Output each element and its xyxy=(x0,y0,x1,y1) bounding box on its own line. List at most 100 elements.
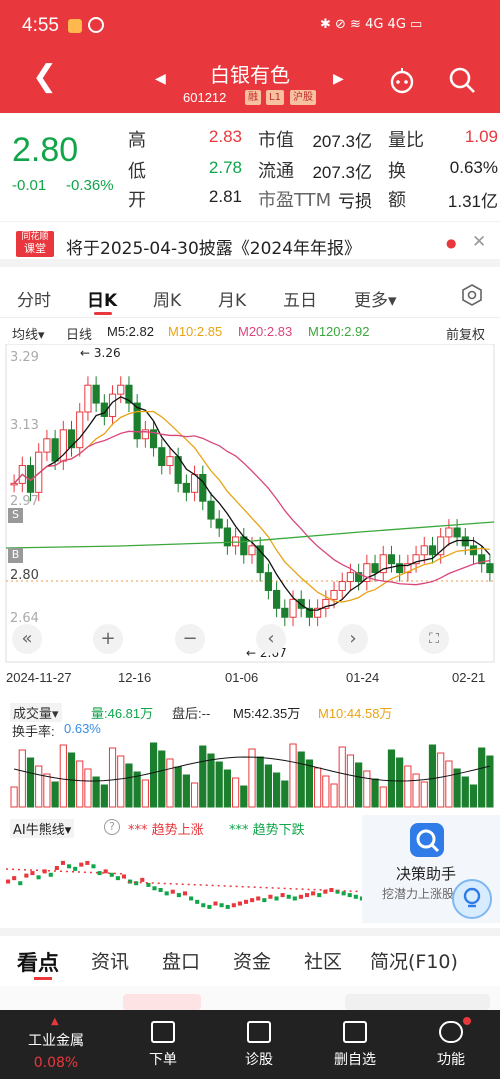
tab-daily[interactable]: 日K xyxy=(87,286,117,311)
robot-icon[interactable] xyxy=(388,66,416,94)
quote-grid: 高 2.83 低 2.78 开 2.81 市值 207.3亿 流通 207.3亿… xyxy=(128,126,500,216)
assistant-subtitle: 挖潜力上涨股 xyxy=(382,887,455,901)
candle xyxy=(182,482,190,493)
ai-bar xyxy=(231,903,236,908)
xtick-2: 12-16 xyxy=(118,670,152,685)
candle xyxy=(273,589,281,609)
next-button[interactable]: › xyxy=(338,624,368,654)
xtick-5: 02-21 xyxy=(452,670,486,685)
stock-name: 白银有色 xyxy=(210,63,290,87)
trend-down-legend: *** 趋势下跌 xyxy=(229,823,305,838)
tab-weekly[interactable]: 周K xyxy=(153,286,181,311)
notice-text: 将于2025-04-30披露《2024年年报》 xyxy=(66,239,362,259)
ai-bar xyxy=(298,894,303,899)
settings-icon[interactable] xyxy=(461,284,483,306)
volume-bar xyxy=(125,763,133,808)
ai-bar xyxy=(189,896,194,901)
tab-highlights[interactable]: 看点 xyxy=(17,947,59,977)
ai-bar xyxy=(73,866,78,871)
zoom-out-button[interactable]: − xyxy=(175,624,205,654)
volume-bar xyxy=(231,777,240,808)
last-price: 2.80 xyxy=(12,131,79,169)
nav-order[interactable]: 下单 xyxy=(123,1049,203,1069)
prev-button[interactable]: ‹ xyxy=(256,624,286,654)
candle xyxy=(371,563,379,574)
diagnose-icon xyxy=(247,1021,271,1043)
label-high: 高 xyxy=(128,130,146,151)
high-marker: ← 3.26 xyxy=(80,346,121,360)
candle xyxy=(256,545,264,574)
tab-intraday[interactable]: 分时 xyxy=(17,286,51,311)
volume-bar xyxy=(437,752,445,808)
volume-bar xyxy=(379,786,387,808)
ma-type-select[interactable]: 均线▾ xyxy=(12,324,45,343)
label-float: 流通 xyxy=(258,161,294,182)
close-icon[interactable]: ✕ xyxy=(472,232,486,252)
volume-bar xyxy=(346,754,355,808)
tab-orderbook[interactable]: 盘口 xyxy=(162,947,200,974)
candle xyxy=(158,447,166,467)
volume-bar xyxy=(199,745,207,808)
volume-chart xyxy=(10,742,494,808)
up-arrow-icon: ▲ xyxy=(51,1016,59,1027)
adjust-mode[interactable]: 前复权 xyxy=(446,324,485,343)
ma5-value: M5:2.82 xyxy=(107,324,154,339)
price-change-pct: -0.36% xyxy=(66,177,114,194)
help-icon[interactable]: ? xyxy=(104,819,120,835)
candle xyxy=(469,545,478,556)
ai-bar xyxy=(140,877,145,882)
candle xyxy=(240,536,248,556)
zoom-in-button[interactable]: + xyxy=(93,624,123,654)
candle xyxy=(297,598,305,609)
volume-bar xyxy=(305,759,314,808)
volume-bar xyxy=(338,746,346,808)
ma5-line xyxy=(13,396,491,611)
remove-watchlist-icon xyxy=(343,1021,367,1043)
nav-diagnose[interactable]: 诊股 xyxy=(219,1049,299,1069)
notice-bar[interactable]: 同花顺 课堂 将于2025-04-30披露《2024年年报》 ● ✕ xyxy=(0,221,500,267)
candle xyxy=(363,563,371,583)
ai-bullbear-chart xyxy=(5,860,364,909)
tab-indicator xyxy=(94,312,112,315)
fullscreen-icon[interactable]: ⛶ xyxy=(419,624,449,654)
tab-community[interactable]: 社区 xyxy=(304,947,342,974)
lightbulb-icon[interactable] xyxy=(452,879,492,919)
scroll-left-button[interactable]: « xyxy=(12,624,42,654)
volume-bar xyxy=(51,781,59,808)
label-turnover: 换 xyxy=(388,161,406,182)
volume-bar xyxy=(35,765,43,808)
ai-bar xyxy=(48,872,53,877)
tab-news[interactable]: 资讯 xyxy=(91,947,129,974)
trend-up-legend: *** 趋势上涨 xyxy=(128,823,204,838)
ai-panel: AI牛熊线▾ ? *** 趋势上涨 *** 趋势下跌 决策助手 挖潜力上涨股 xyxy=(0,815,500,925)
nav-remove-watchlist[interactable]: 删自选 xyxy=(315,1049,395,1069)
xtick-4: 01-24 xyxy=(346,670,380,685)
tab-profile[interactable]: 简况(F10) xyxy=(370,947,458,974)
nav-functions[interactable]: 功能 xyxy=(411,1049,491,1069)
tab-more[interactable]: 更多▾ xyxy=(354,286,397,311)
tab-funds[interactable]: 资金 xyxy=(233,947,271,974)
ai-bar xyxy=(170,889,175,894)
tab-monthly[interactable]: 月K xyxy=(218,286,246,311)
tab-5day[interactable]: 五日 xyxy=(283,286,317,311)
nav-sector[interactable]: 工业金属 xyxy=(16,1030,96,1050)
ai-type-select[interactable]: AI牛熊线▾ xyxy=(10,819,75,838)
vol-m5: M5:42.35万 xyxy=(233,706,301,721)
price-change: -0.01 xyxy=(12,177,47,194)
alarm-icon xyxy=(88,17,104,33)
ytick-1: 3.29 xyxy=(10,350,39,365)
search-icon[interactable] xyxy=(448,66,476,94)
volume-bar xyxy=(100,784,108,808)
ytick-4: 2.80 xyxy=(10,568,39,583)
volume-bar xyxy=(412,773,420,808)
ma10-line xyxy=(13,410,490,603)
volume-bar xyxy=(10,786,18,808)
tag-margin: 融 xyxy=(245,90,261,105)
volume-type-select[interactable]: 成交量▾ xyxy=(10,703,62,722)
ai-bar xyxy=(36,875,41,880)
ai-bar xyxy=(207,904,212,909)
label-pe: 市盈TTM xyxy=(258,190,332,211)
volume-bar xyxy=(141,779,149,808)
candle xyxy=(453,527,461,538)
kline-chart[interactable] xyxy=(0,344,500,664)
